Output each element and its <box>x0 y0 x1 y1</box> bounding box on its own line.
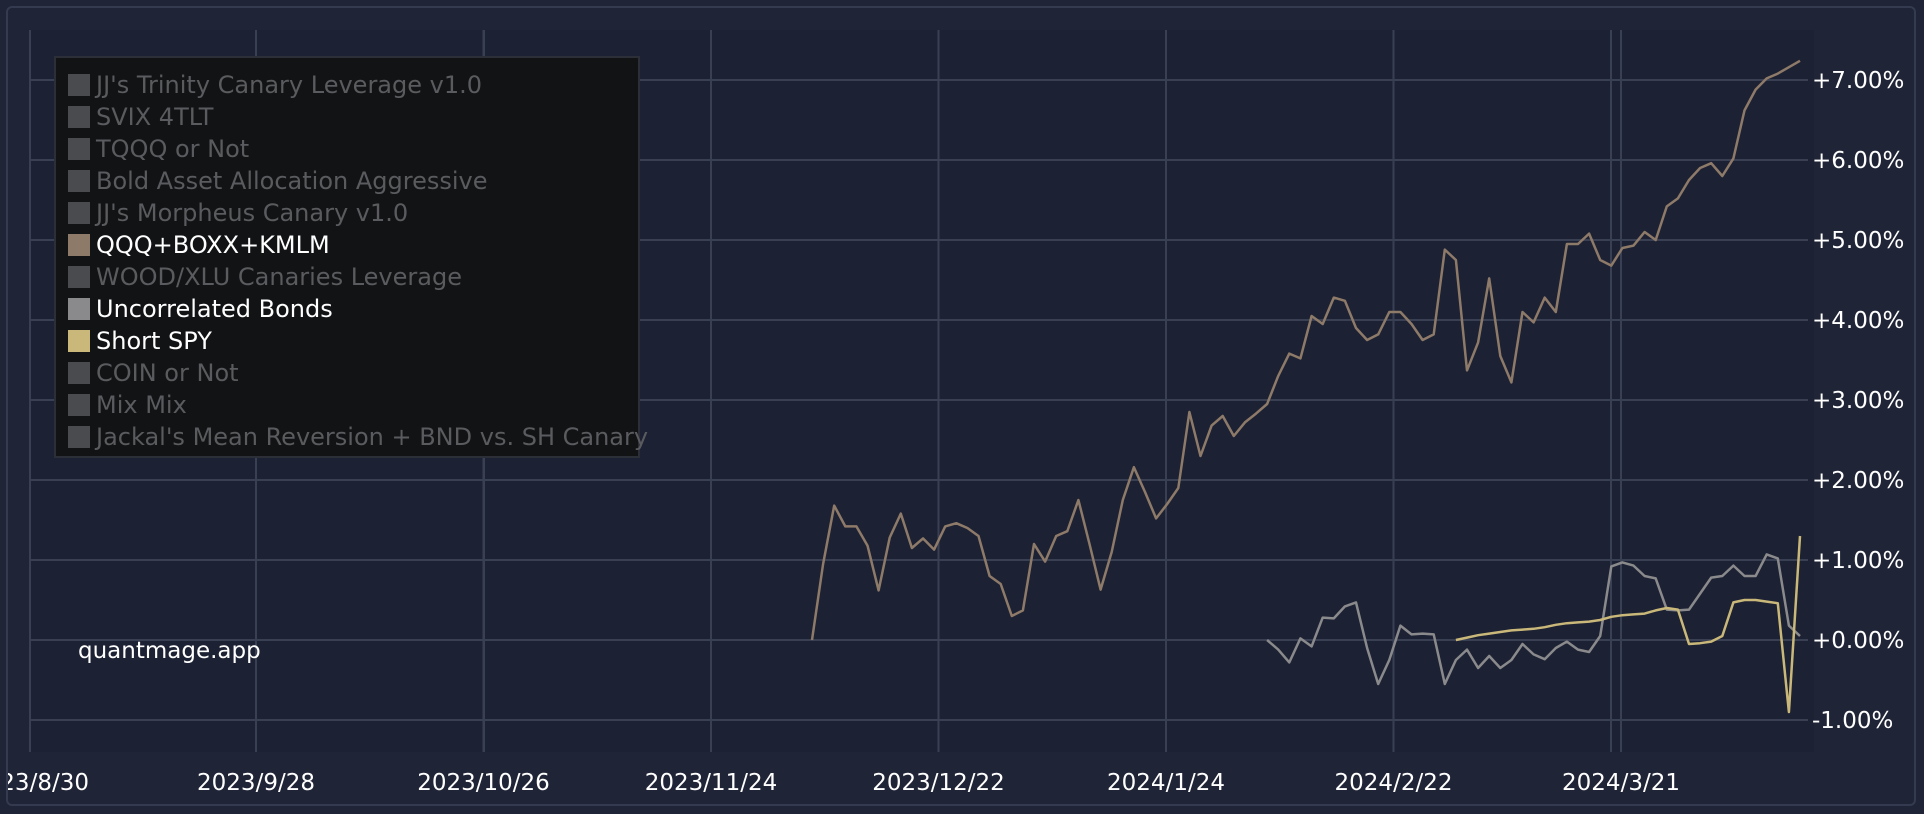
legend-item[interactable]: SVIX 4TLT <box>68 101 638 133</box>
legend-item[interactable]: Jackal's Mean Reversion + BND vs. SH Can… <box>68 421 648 453</box>
legend-label: WOOD/XLU Canaries Leverage <box>96 263 462 291</box>
legend-swatch <box>68 106 90 128</box>
legend-swatch <box>68 266 90 288</box>
x-tick-label: 2024/2/22 <box>1335 770 1453 796</box>
x-tick-label: 2023/11/24 <box>645 770 778 796</box>
legend-item[interactable]: COIN or Not <box>68 357 638 389</box>
legend-swatch <box>68 138 90 160</box>
legend-label: QQQ+BOXX+KMLM <box>96 231 330 259</box>
y-tick-label: +5.00% <box>1812 228 1904 254</box>
legend: JJ's Trinity Canary Leverage v1.0 SVIX 4T… <box>54 56 648 458</box>
legend-swatch <box>68 362 90 384</box>
legend-swatch <box>68 330 90 352</box>
legend-swatch <box>68 394 90 416</box>
legend-item[interactable]: QQQ+BOXX+KMLM <box>68 229 638 261</box>
legend-swatch <box>68 298 90 320</box>
legend-item[interactable]: Short SPY <box>68 325 638 357</box>
y-axis-ticks: +7.00% +6.00% +5.00% +4.00% +3.00% +2.00% +1.0… <box>1812 68 1904 734</box>
x-tick-label: 2023/12/22 <box>872 770 1005 796</box>
legend-label: Uncorrelated Bonds <box>96 295 333 323</box>
y-tick-label: -1.00% <box>1812 708 1893 734</box>
x-tick-label: 2023/10/26 <box>417 770 550 796</box>
legend-item[interactable]: JJ's Trinity Canary Leverage v1.0 <box>68 69 638 101</box>
legend-label: SVIX 4TLT <box>96 103 214 131</box>
x-tick-label: 2023/8/30 <box>8 770 89 796</box>
chart-frame: +7.00% +6.00% +5.00% +4.00% +3.00% +2.00% +1.0… <box>6 6 1916 806</box>
legend-swatch <box>68 234 90 256</box>
x-tick-label: 2024/3/21 <box>1562 770 1680 796</box>
legend-swatch <box>68 74 90 96</box>
y-tick-label: +7.00% <box>1812 68 1904 94</box>
legend-label: Mix Mix <box>96 391 187 419</box>
x-axis-ticks: 2023/8/30 2023/9/28 2023/10/26 2023/11/24 20… <box>8 770 1680 796</box>
legend-label: TQQQ or Not <box>96 135 250 163</box>
legend-label: Bold Asset Allocation Aggressive <box>96 167 488 195</box>
legend-item[interactable]: JJ's Morpheus Canary v1.0 <box>68 197 638 229</box>
y-tick-label: +2.00% <box>1812 468 1904 494</box>
y-tick-label: +1.00% <box>1812 548 1904 574</box>
legend-item[interactable]: Uncorrelated Bonds <box>68 293 638 325</box>
legend-item[interactable]: Mix Mix <box>68 389 638 421</box>
legend-item[interactable]: Bold Asset Allocation Aggressive <box>68 165 638 197</box>
legend-swatch <box>68 170 90 192</box>
legend-swatch <box>68 426 90 448</box>
legend-item[interactable]: WOOD/XLU Canaries Leverage <box>68 261 638 293</box>
legend-label: JJ's Morpheus Canary v1.0 <box>96 199 409 227</box>
watermark: quantmage.app <box>78 638 261 664</box>
legend-label: Short SPY <box>96 327 212 355</box>
legend-label: Jackal's Mean Reversion + BND vs. SH Can… <box>96 423 649 451</box>
x-tick-label: 2024/1/24 <box>1107 770 1225 796</box>
y-tick-label: +0.00% <box>1812 628 1904 654</box>
y-tick-label: +3.00% <box>1812 388 1904 414</box>
legend-label: JJ's Trinity Canary Leverage v1.0 <box>96 71 483 99</box>
legend-swatch <box>68 202 90 224</box>
y-tick-label: +6.00% <box>1812 148 1904 174</box>
legend-label: COIN or Not <box>96 359 239 387</box>
legend-item[interactable]: TQQQ or Not <box>68 133 638 165</box>
x-tick-label: 2023/9/28 <box>197 770 315 796</box>
y-tick-label: +4.00% <box>1812 308 1904 334</box>
